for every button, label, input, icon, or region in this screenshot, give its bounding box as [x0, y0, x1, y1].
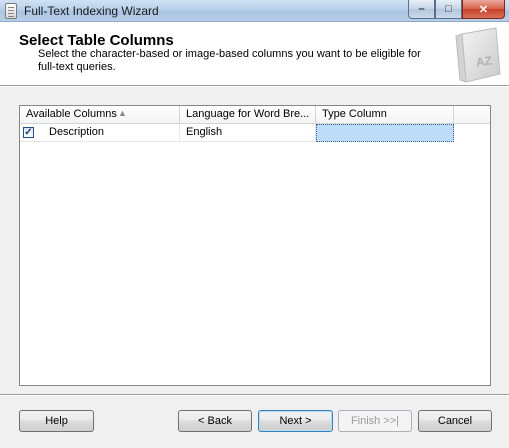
column-header-available-columns[interactable]: Available Columns ▲: [20, 106, 180, 124]
table-row[interactable]: ✓ Description English: [20, 124, 454, 142]
language-cell[interactable]: English: [180, 124, 316, 142]
maximize-button[interactable]: □: [435, 0, 462, 19]
column-header-label: Available Columns: [26, 108, 117, 120]
cancel-button[interactable]: Cancel: [418, 410, 492, 432]
page-title: Select Table Columns: [19, 32, 174, 49]
sort-icon: ▲: [118, 108, 127, 118]
column-checkbox[interactable]: ✓: [23, 127, 34, 138]
back-button[interactable]: < Back: [178, 410, 252, 432]
column-name: Description: [49, 126, 105, 138]
column-header-language[interactable]: Language for Word Bre...: [180, 106, 316, 124]
wizard-app-icon: [5, 3, 17, 19]
type-column-cell[interactable]: [316, 124, 454, 142]
close-button[interactable]: ✕: [462, 0, 505, 19]
finish-button[interactable]: Finish >>|: [338, 410, 412, 432]
wizard-header: Select Table Columns Select the characte…: [0, 22, 509, 86]
book-az-icon: AZ: [455, 27, 501, 83]
next-button[interactable]: Next >: [258, 410, 333, 432]
column-header-filler: [454, 106, 490, 124]
title-bar: Full-Text Indexing Wizard – □ ✕: [0, 0, 509, 22]
available-column-cell: ✓ Description: [20, 124, 180, 142]
help-button[interactable]: Help: [19, 410, 94, 432]
wizard-content: Available Columns ▲ Language for Word Br…: [0, 87, 509, 448]
columns-grid: Available Columns ▲ Language for Word Br…: [19, 105, 491, 386]
minimize-button[interactable]: –: [408, 0, 435, 19]
footer-divider: [0, 394, 509, 396]
page-description: Select the character-based or image-base…: [38, 48, 421, 73]
window-title: Full-Text Indexing Wizard: [24, 4, 159, 18]
book-icon-letters: AZ: [475, 53, 493, 69]
column-header-type-column[interactable]: Type Column: [316, 106, 454, 124]
grid-header: Available Columns ▲ Language for Word Br…: [20, 106, 490, 124]
